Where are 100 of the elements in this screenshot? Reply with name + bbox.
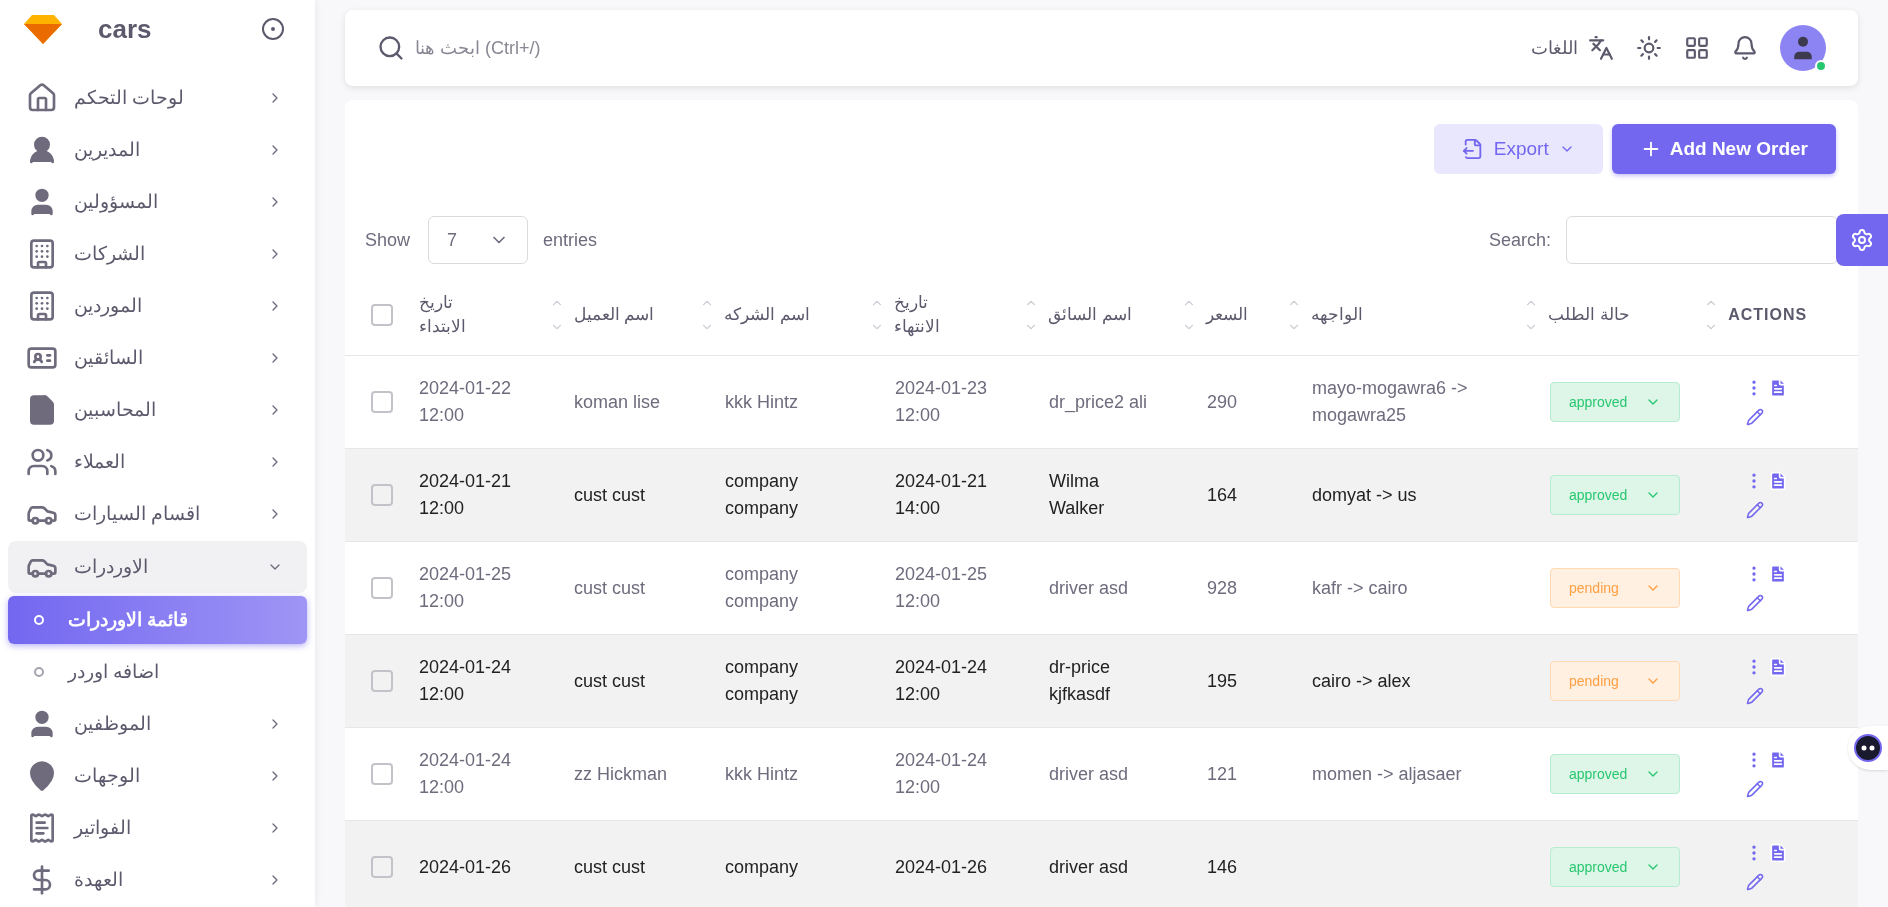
sidebar-item[interactable]: السائقين	[8, 332, 307, 384]
sidebar-item[interactable]: العملاء	[8, 436, 307, 488]
people-icon	[26, 446, 58, 478]
document-icon[interactable]	[1768, 471, 1788, 491]
table-cell-text: dr_price2 ali	[1049, 390, 1149, 415]
brand-name: cars	[98, 12, 152, 46]
house-icon	[26, 82, 58, 114]
bullet-icon	[34, 615, 44, 625]
table-cell-text: momen -> aljasaer	[1312, 762, 1463, 786]
sidebar-item[interactable]: المسؤولين	[8, 176, 307, 228]
bullet-icon	[34, 667, 44, 677]
sidebar-item[interactable]: المحاسبين	[8, 384, 307, 436]
language-menu[interactable]: اللغات	[1531, 34, 1614, 62]
edit-icon[interactable]	[1746, 501, 1764, 519]
sidebar-item[interactable]: العهدة	[8, 854, 307, 906]
collapse-toggle-icon[interactable]	[261, 17, 285, 41]
table-cell-text: company company	[725, 470, 800, 520]
table-cell-text: company	[725, 855, 800, 879]
table-cell-text: 195	[1207, 669, 1239, 693]
table-cell-text: 2024-01-24 12:00	[895, 656, 989, 706]
column-header: ACTIONS	[1728, 304, 1808, 325]
sidebar-item[interactable]: الموردين	[8, 280, 307, 332]
sidebar-item[interactable]: الوجهات	[8, 750, 307, 802]
table-cell-text: cust cust	[574, 483, 647, 507]
chat-bot-button[interactable]	[1848, 726, 1888, 770]
page-size-select[interactable]: 7	[428, 216, 529, 264]
table-cell-text: cairo -> alex	[1312, 669, 1412, 693]
theme-icon[interactable]	[1636, 35, 1662, 61]
table-cell-text: 2024-01-23 12:00	[895, 377, 989, 427]
table-cell-text: 2024-01-25 12:00	[895, 563, 989, 613]
document-icon[interactable]	[1768, 843, 1788, 863]
table-cell-text: 928	[1207, 576, 1239, 600]
table-cell-text: driver asd	[1049, 762, 1130, 786]
edit-icon[interactable]	[1746, 594, 1764, 612]
column-header: اسم الشركه	[724, 303, 811, 326]
column-header: اسم العميل	[573, 303, 655, 326]
settings-button[interactable]	[1836, 214, 1888, 266]
submenu-item[interactable]: قائمة الاوردرات	[8, 596, 307, 644]
search-label: Search:	[1488, 228, 1551, 252]
table-cell-text: dr-price kjfkasdf	[1049, 656, 1112, 706]
add-order-button[interactable]: Add New Order	[1611, 124, 1836, 174]
table-cell-text: 2024-01-21 14:00	[895, 470, 989, 520]
edit-icon[interactable]	[1746, 780, 1764, 798]
table-cell-text: 164	[1207, 483, 1239, 507]
table-cell-text: cust cust	[574, 576, 647, 600]
table-cell-text: driver asd	[1049, 855, 1130, 879]
row-checkbox[interactable]	[371, 856, 393, 878]
sidebar-item[interactable]: لوحات التحكم	[8, 72, 307, 124]
sidebar-item[interactable]: الاوردرات	[8, 541, 307, 593]
table-search-field[interactable]	[1566, 216, 1838, 264]
notification-icon[interactable]	[1732, 35, 1758, 61]
sidebar-item[interactable]: الموظفين	[8, 698, 307, 750]
column-header: اسم السائق	[1048, 303, 1132, 327]
column-header: الواجهه	[1310, 303, 1363, 327]
table-cell-text: 2024-01-26	[895, 855, 989, 879]
table-cell-text: driver asd	[1049, 576, 1130, 600]
edit-icon[interactable]	[1746, 873, 1764, 891]
table-cell-text: company company	[725, 656, 800, 706]
row-checkbox[interactable]	[371, 484, 393, 506]
file-export-icon	[1461, 138, 1484, 160]
table-cell-text: 2024-01-26	[419, 855, 513, 879]
table-cell-text: kafr -> cairo	[1312, 576, 1409, 600]
table-cell-text: 2024-01-25 12:00	[419, 563, 513, 613]
export-button[interactable]: Export	[1433, 124, 1603, 174]
document-icon[interactable]	[1768, 657, 1788, 677]
edit-icon[interactable]	[1746, 687, 1764, 705]
table-cell-text: domyat -> us	[1312, 483, 1418, 507]
row-checkbox[interactable]	[371, 577, 393, 599]
sidebar-item[interactable]: المديرين	[8, 124, 307, 176]
table-cell-text: 121	[1207, 762, 1239, 786]
select-all-checkbox[interactable]	[370, 303, 393, 326]
sidebar-item[interactable]: الشركات	[8, 228, 307, 280]
row-checkbox[interactable]	[371, 763, 393, 785]
table-cell-text: kkk Hintz	[725, 762, 799, 786]
row-checkbox[interactable]	[371, 391, 393, 413]
table-cell-text: 146	[1207, 855, 1239, 879]
table-cell-text: 2024-01-24 12:00	[419, 749, 513, 799]
sidebar-item[interactable]: الفواتير	[8, 802, 307, 854]
submenu-item[interactable]: اضافه اوردر	[8, 648, 307, 696]
avatar[interactable]	[1780, 25, 1826, 71]
robot-face-icon	[1854, 734, 1882, 762]
table-cell-text: mayo-mogawra6 -> mogawra25	[1312, 377, 1469, 427]
search-field[interactable]: ابحث هنا (Ctrl+/)	[415, 34, 815, 62]
apps-grid-icon[interactable]	[1684, 35, 1710, 61]
sidebar-item[interactable]: اقسام السيارات	[8, 488, 307, 540]
entries-label: entries	[543, 228, 598, 252]
row-checkbox[interactable]	[371, 670, 393, 692]
diamond-logo-icon	[24, 14, 62, 44]
edit-icon[interactable]	[1746, 408, 1764, 426]
column-header: السعر	[1205, 303, 1248, 326]
table-cell-text: 290	[1207, 390, 1239, 414]
show-label: Show	[365, 228, 411, 252]
column-header: تاريخ الانتهاء	[894, 291, 941, 338]
table-cell-text: 2024-01-24 12:00	[419, 656, 513, 706]
table-cell-text: koman lise	[574, 390, 662, 414]
column-header: حالة الطلب	[1548, 303, 1631, 326]
table-cell-text: cust cust	[574, 855, 647, 879]
table-cell-text: company company	[725, 563, 800, 613]
table-cell-text: zz Hickman	[574, 762, 668, 786]
table-cell-text: 2024-01-21 12:00	[419, 470, 513, 520]
